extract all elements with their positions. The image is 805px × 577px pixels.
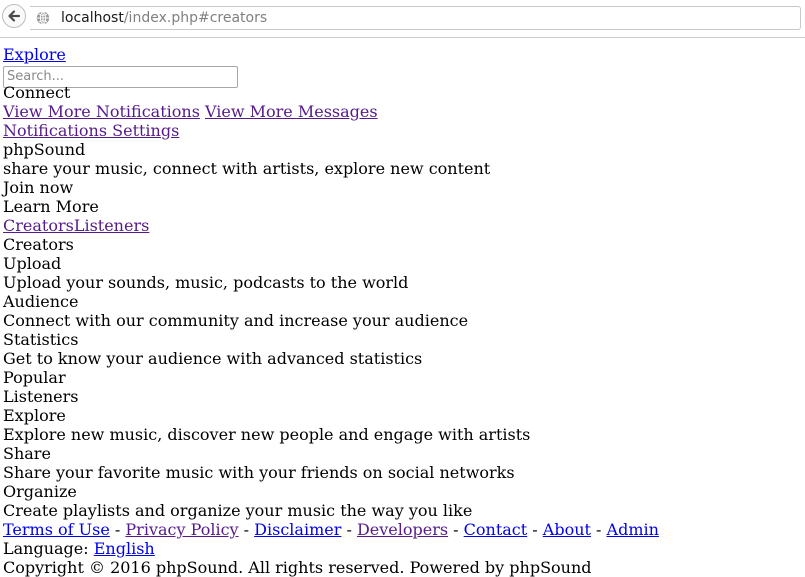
footer-separator: - — [527, 520, 543, 539]
feature-desc-explore: Explore new music, discover new people a… — [3, 425, 531, 444]
feature-desc-audience: Connect with our community and increase … — [3, 311, 469, 330]
feature-desc-organize: Create playlists and organize your music… — [3, 501, 473, 520]
footer-separator: - — [238, 520, 255, 539]
tab-creators[interactable]: Creators — [3, 216, 74, 235]
footer-separator: - — [590, 520, 607, 539]
feature-desc-statistics: Get to know your audience with advanced … — [3, 349, 423, 368]
explore-link[interactable]: Explore — [3, 45, 66, 64]
popular-label: Popular — [3, 368, 66, 387]
footer-separator: - — [341, 520, 357, 539]
back-arrow-icon — [8, 10, 21, 22]
address-bar[interactable]: localhost/index.php#creators — [30, 6, 801, 30]
notifications-settings-link[interactable]: Notifications Settings — [3, 121, 179, 140]
view-more-notifications-link[interactable]: View More Notifications — [3, 102, 200, 121]
copyright-text: Copyright © 2016 phpSound. All rights re… — [3, 558, 592, 577]
contact-link[interactable]: Contact — [464, 520, 528, 539]
admin-link[interactable]: Admin — [607, 520, 659, 539]
join-now-button[interactable]: Join now — [3, 178, 803, 197]
footer-separator: - — [448, 520, 464, 539]
tabs: CreatorsListeners — [3, 216, 803, 235]
about-link[interactable]: About — [543, 520, 591, 539]
url-path: /index.php#creators — [123, 10, 268, 26]
page-content: Explore Connect View More Notifications … — [3, 45, 803, 577]
creators-heading: Creators — [3, 235, 74, 254]
terms-of-use-link[interactable]: Terms of Use — [3, 520, 110, 539]
learn-more-button[interactable]: Learn More — [3, 197, 803, 216]
feature-title-statistics: Statistics — [3, 330, 79, 349]
disclaimer-link[interactable]: Disclaimer — [254, 520, 341, 539]
language-english-link[interactable]: English — [94, 539, 155, 558]
language-row: Language: English — [3, 539, 803, 558]
browser-toolbar: localhost/index.php#creators — [0, 0, 805, 38]
url-text: localhost/index.php#creators — [61, 7, 267, 29]
language-label: Language: — [3, 539, 94, 558]
tab-listeners[interactable]: Listeners — [74, 216, 149, 235]
feature-title-explore: Explore — [3, 406, 66, 425]
privacy-policy-link[interactable]: Privacy Policy — [125, 520, 238, 539]
back-button[interactable] — [2, 4, 26, 28]
notification-links: View More Notifications View More Messag… — [3, 102, 803, 121]
hero-tagline: share your music, connect with artists, … — [3, 159, 491, 178]
feature-desc-share: Share your favorite music with your frie… — [3, 463, 515, 482]
feature-desc-upload: Upload your sounds, music, podcasts to t… — [3, 273, 409, 292]
footer-separator: - — [109, 520, 126, 539]
url-host: localhost — [61, 10, 124, 26]
globe-icon — [36, 11, 50, 25]
view-more-messages-link[interactable]: View More Messages — [205, 102, 378, 121]
feature-title-share: Share — [3, 444, 51, 463]
feature-title-organize: Organize — [3, 482, 77, 501]
brand-title: phpSound — [3, 140, 86, 159]
footer-links: Terms of Use - Privacy Policy - Disclaim… — [3, 520, 803, 539]
feature-title-upload: Upload — [3, 254, 62, 273]
feature-title-audience: Audience — [3, 292, 79, 311]
listeners-heading: Listeners — [3, 387, 79, 406]
developers-link[interactable]: Developers — [357, 520, 448, 539]
